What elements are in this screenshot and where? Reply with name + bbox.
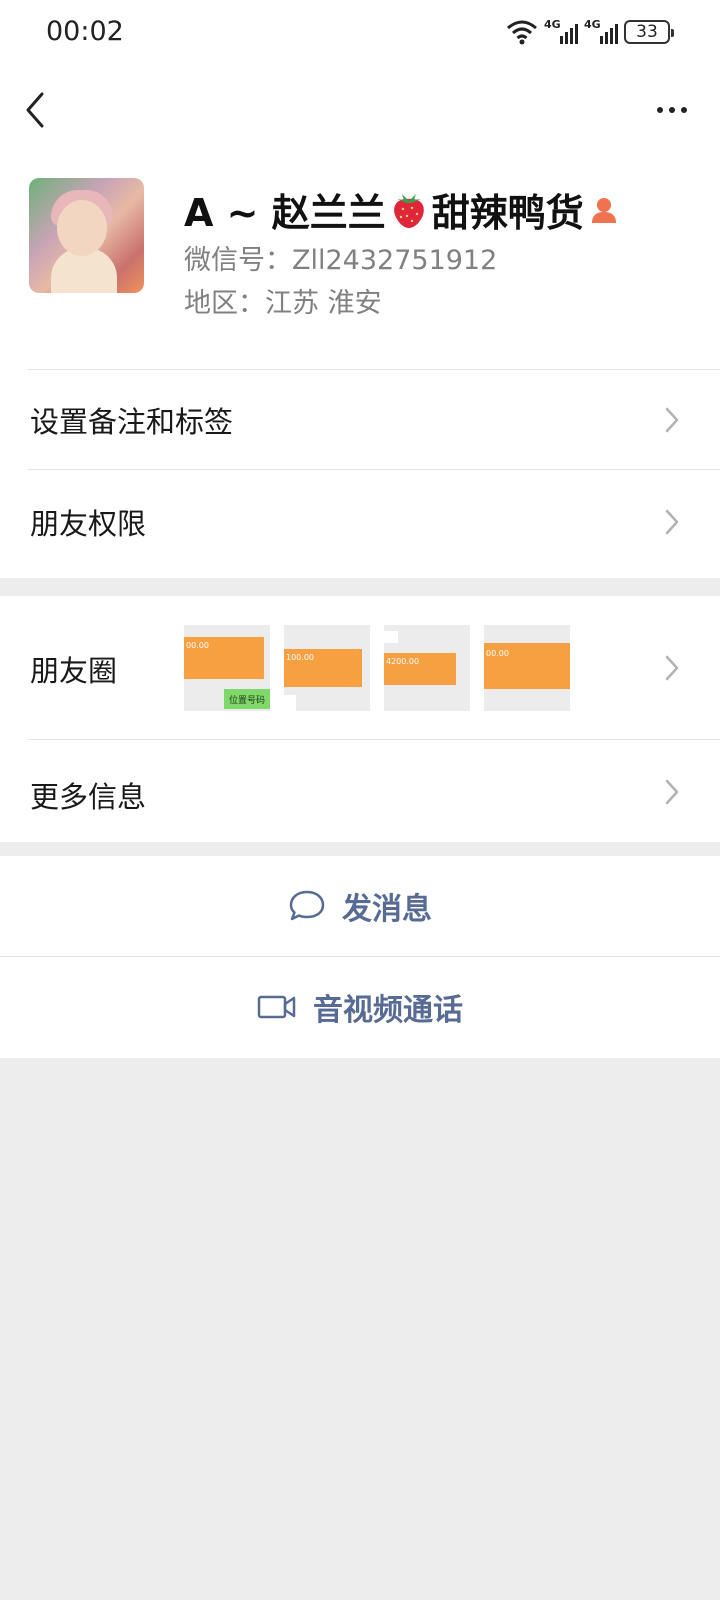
friend-permissions-row[interactable]: 朋友权限: [0, 470, 720, 574]
moment-thumbnail[interactable]: 00.00 位置号码: [184, 625, 270, 711]
signal-4g-icon: 4G: [544, 18, 578, 46]
person-badge-icon: [591, 197, 616, 223]
audio-video-call-button[interactable]: 音视频通话: [0, 957, 720, 1057]
status-icons: 4G 4G 33: [506, 18, 674, 46]
row-label: 设置备注和标签: [30, 405, 234, 439]
send-message-button[interactable]: 发消息: [0, 856, 720, 956]
more-dots-icon: [657, 107, 663, 113]
moment-thumbnail[interactable]: 100.00: [284, 625, 370, 711]
video-camera-icon: [257, 995, 296, 1019]
contact-profile-screen: 00:02 4G 4G 33 A ~ 赵兰兰 甜辣鸭货 微信号：Zll24327…: [0, 0, 720, 1600]
wifi-icon: [507, 20, 537, 45]
moment-thumbnail[interactable]: 4200.00: [384, 625, 470, 711]
moment-thumbnail[interactable]: 00.00: [484, 625, 570, 711]
signal-4g-icon: 4G: [584, 18, 618, 46]
chevron-left-icon: [26, 92, 44, 128]
nickname-prefix: A ~ 赵兰兰: [184, 191, 386, 235]
back-button[interactable]: [20, 86, 60, 134]
battery-icon: 33: [624, 20, 674, 44]
nickname: A ~ 赵兰兰 甜辣鸭货: [184, 182, 618, 237]
thumbnail-amount: 4200.00: [386, 657, 420, 666]
row-label: 更多信息: [30, 780, 147, 814]
thumbnail-amount: 00.00: [186, 641, 209, 650]
chat-bubble-icon: [289, 890, 325, 921]
thumbnail-tag: 位置号码: [224, 689, 270, 709]
moments-row[interactable]: 朋友圈 00.00 位置号码 100.00 4200.00 00.00: [0, 596, 720, 740]
more-info-row[interactable]: 更多信息: [0, 740, 720, 842]
thumbnail-amount: 00.00: [486, 649, 509, 658]
action-panel: 发消息 音视频通话: [0, 856, 720, 1058]
thumbnail-amount: 100.00: [286, 653, 314, 662]
status-bar: 00:02 4G 4G 33: [0, 0, 720, 66]
audio-video-call-label: 音视频通话: [313, 993, 463, 1028]
chevron-right-icon: [665, 779, 679, 805]
row-label: 朋友权限: [30, 507, 147, 541]
send-message-label: 发消息: [342, 892, 432, 927]
chevron-right-icon: [665, 655, 679, 681]
nickname-suffix: 甜辣鸭货: [431, 191, 584, 235]
chevron-right-icon: [665, 407, 679, 433]
more-options-button[interactable]: [648, 88, 696, 132]
profile-panel: A ~ 赵兰兰 甜辣鸭货 微信号：Zll2432751912 地区：江苏 淮安 …: [0, 66, 720, 578]
chevron-right-icon: [665, 509, 679, 535]
region: 地区：江苏 淮安: [184, 288, 382, 319]
battery-level: 33: [636, 22, 658, 42]
row-label: 朋友圈: [30, 654, 118, 688]
status-time: 00:02: [46, 16, 124, 47]
moments-panel: 朋友圈 00.00 位置号码 100.00 4200.00 00.00 更多信息: [0, 596, 720, 842]
avatar[interactable]: [29, 178, 144, 293]
network-label: 4G: [544, 18, 561, 31]
wechat-id: 微信号：Zll2432751912: [184, 245, 498, 276]
network-label: 4G: [584, 18, 601, 31]
set-remark-and-tags-row[interactable]: 设置备注和标签: [0, 370, 720, 470]
moments-thumbnails: 00.00 位置号码 100.00 4200.00 00.00: [184, 625, 570, 711]
strawberry-icon: [393, 193, 424, 228]
